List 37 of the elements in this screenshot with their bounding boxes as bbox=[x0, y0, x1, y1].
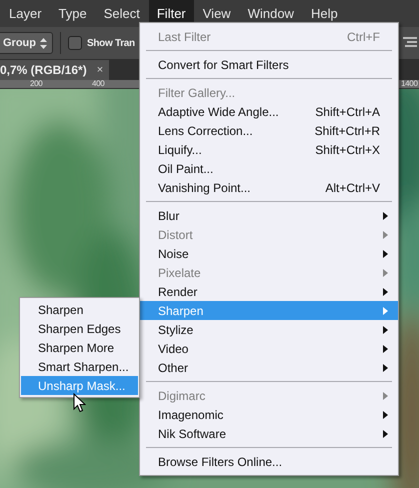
menu-item[interactable]: Nik Software bbox=[140, 424, 398, 443]
menu-item[interactable]: Video bbox=[140, 339, 398, 358]
menu-item[interactable]: Help bbox=[302, 0, 346, 27]
menu-item[interactable]: Render bbox=[140, 282, 398, 301]
menu-item[interactable]: Convert for Smart Filters bbox=[140, 55, 398, 74]
menu-item[interactable]: Sharpen More bbox=[21, 338, 138, 357]
menu-item[interactable]: Vanishing Point... Alt+Ctrl+V bbox=[140, 178, 398, 197]
checkbox[interactable] bbox=[68, 36, 82, 50]
menu-item[interactable]: Imagenomic bbox=[140, 405, 398, 424]
menu-item[interactable]: Smart Sharpen... bbox=[21, 357, 138, 376]
menu-item[interactable]: Select bbox=[96, 0, 148, 27]
mode-dropdown[interactable]: Group bbox=[0, 32, 53, 54]
menu-item[interactable]: Stylize bbox=[140, 320, 398, 339]
menu-item[interactable]: Blur bbox=[140, 206, 398, 225]
menu-item[interactable]: Window bbox=[240, 0, 302, 27]
updown-arrow-icon bbox=[40, 38, 47, 48]
menu-item[interactable]: Lens Correction... Shift+Ctrl+R bbox=[140, 121, 398, 140]
ruler-label: 400 bbox=[92, 78, 104, 89]
menu-item[interactable]: Browse Filters Online... bbox=[140, 452, 398, 471]
menu-item[interactable]: Type bbox=[50, 0, 95, 27]
menu-item[interactable]: View bbox=[194, 0, 239, 27]
menu-item[interactable]: Layer bbox=[1, 0, 50, 27]
menu-item[interactable]: Adaptive Wide Angle... Shift+Ctrl+A bbox=[140, 102, 398, 121]
menu-item[interactable]: Sharpen bbox=[21, 300, 138, 319]
menu-item[interactable]: Noise bbox=[140, 244, 398, 263]
checkbox-label: Show Tran bbox=[87, 36, 135, 50]
ruler-label: 200 bbox=[30, 78, 42, 89]
cursor-icon bbox=[73, 393, 86, 413]
ruler-label: 1400 bbox=[401, 78, 418, 89]
document-tab[interactable]: 0,7% (RGB/16*) × bbox=[0, 60, 110, 80]
menu-item[interactable]: Other bbox=[140, 358, 398, 377]
menu-item[interactable]: Oil Paint... bbox=[140, 159, 398, 178]
align-icon[interactable] bbox=[403, 36, 417, 48]
close-button[interactable]: × bbox=[96, 62, 104, 78]
document-title: 0,7% (RGB/16*) bbox=[0, 62, 87, 79]
menu-item[interactable]: Liquify... Shift+Ctrl+X bbox=[140, 140, 398, 159]
menu-item[interactable]: Sharpen Edges bbox=[21, 319, 138, 338]
